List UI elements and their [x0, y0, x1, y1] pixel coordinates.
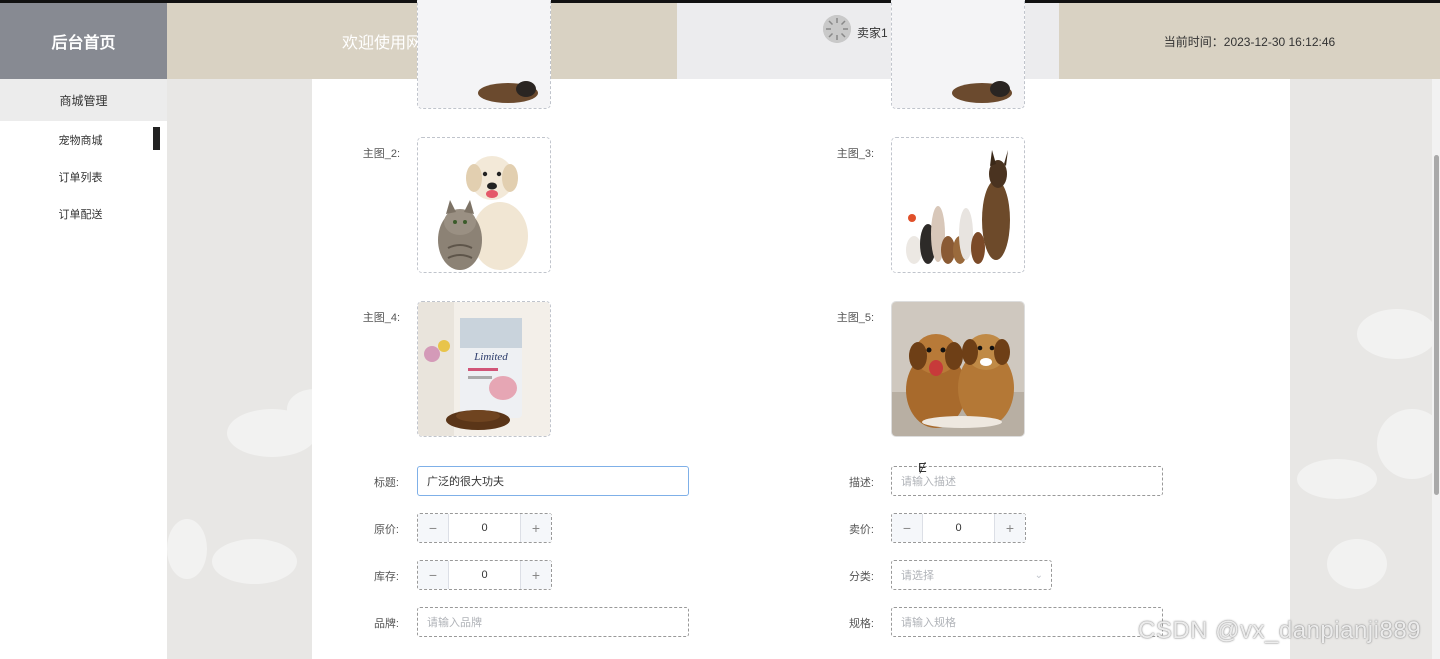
image-2-label: 主图_2: — [362, 148, 400, 160]
image-5-label: 主图_5: — [836, 312, 874, 324]
title-value: 广泛的很大功夫 — [427, 476, 504, 488]
description-placeholder: 请输入描述 — [901, 476, 956, 488]
top-header: 后台首页 欢迎使用网上宠物商店 卖家1 当前时间：2023-12-30 16:1… — [0, 3, 1440, 79]
spec-placeholder: 请输入规格 — [901, 617, 956, 629]
spec-label: 规格: — [848, 618, 874, 630]
spec-input[interactable]: 请输入规格 — [891, 607, 1163, 637]
stock-decrease-button[interactable]: − — [418, 561, 449, 589]
category-placeholder: 请选择 — [901, 570, 934, 582]
brand-label: 品牌: — [373, 618, 399, 630]
description-input[interactable]: 请输入描述 — [891, 466, 1163, 496]
sale-price-decrease-button[interactable]: − — [892, 514, 923, 542]
sale-price-value[interactable]: 0 — [923, 514, 994, 542]
puppy-kitten-image — [418, 138, 550, 272]
watermark: CSDN @vx_danpianji889 — [1138, 617, 1422, 644]
image-3-upload[interactable] — [891, 137, 1025, 273]
username[interactable]: 卖家1 — [857, 24, 888, 41]
image-5-upload[interactable] — [891, 301, 1025, 437]
stock-stepper[interactable]: − 0 + — [417, 560, 552, 590]
text-cursor-icon: Ɇ — [918, 460, 927, 475]
scrollbar-thumb[interactable] — [1434, 155, 1439, 495]
avatar[interactable] — [823, 15, 851, 43]
sidebar-group-mall-management[interactable]: 商城管理 — [0, 79, 167, 121]
category-select[interactable]: 请选择 ⌄ — [891, 560, 1052, 590]
image-2-upload[interactable] — [417, 137, 551, 273]
brand-input[interactable]: 请输入品牌 — [417, 607, 689, 637]
sidebar-item-order-list[interactable]: 订单列表 — [0, 158, 167, 195]
original-price-increase-button[interactable]: + — [520, 514, 551, 542]
user-avatar-icon — [823, 15, 851, 43]
image-4-upload[interactable]: Limited — [417, 301, 551, 437]
svg-text:Limited: Limited — [473, 351, 508, 363]
brand-placeholder: 请输入品牌 — [427, 617, 482, 629]
original-price-label: 原价: — [373, 524, 399, 536]
two-puppies-image — [892, 302, 1024, 436]
title-label: 标题: — [373, 477, 399, 489]
current-time: 当前时间：2023-12-30 16:12:46 — [1059, 3, 1440, 79]
original-price-decrease-button[interactable]: − — [418, 514, 449, 542]
sidebar-item-pet-mall[interactable]: 宠物商城 — [0, 121, 167, 158]
sale-price-label: 卖价: — [848, 524, 874, 536]
cat-food-image: Limited — [418, 302, 550, 436]
sidebar: 商城管理 宠物商城 订单列表 订单配送 — [0, 79, 167, 659]
image-3-label: 主图_3: — [836, 148, 874, 160]
category-label: 分类: — [848, 571, 874, 583]
stock-label: 库存: — [373, 571, 399, 583]
sale-price-increase-button[interactable]: + — [994, 514, 1025, 542]
original-price-value[interactable]: 0 — [449, 514, 520, 542]
product-form-panel: 主图_2: 主图_3: 主图_4: Limited 主图_5: 标题: 广泛的很… — [312, 0, 1290, 659]
sidebar-item-order-delivery[interactable]: 订单配送 — [0, 195, 167, 232]
sale-price-stepper[interactable]: − 0 + — [891, 513, 1026, 543]
chevron-down-icon: ⌄ — [1034, 570, 1043, 581]
stock-increase-button[interactable]: + — [520, 561, 551, 589]
thumb-partial-left[interactable] — [417, 0, 551, 109]
description-label: 描述: — [848, 477, 874, 489]
title-input[interactable]: 广泛的很大功夫 — [417, 466, 689, 496]
admin-home-link[interactable]: 后台首页 — [0, 3, 167, 79]
pets-group-image — [892, 138, 1024, 272]
thumb-partial-right[interactable] — [891, 0, 1025, 109]
stock-value[interactable]: 0 — [449, 561, 520, 589]
image-4-label: 主图_4: — [362, 312, 400, 324]
original-price-stepper[interactable]: − 0 + — [417, 513, 552, 543]
